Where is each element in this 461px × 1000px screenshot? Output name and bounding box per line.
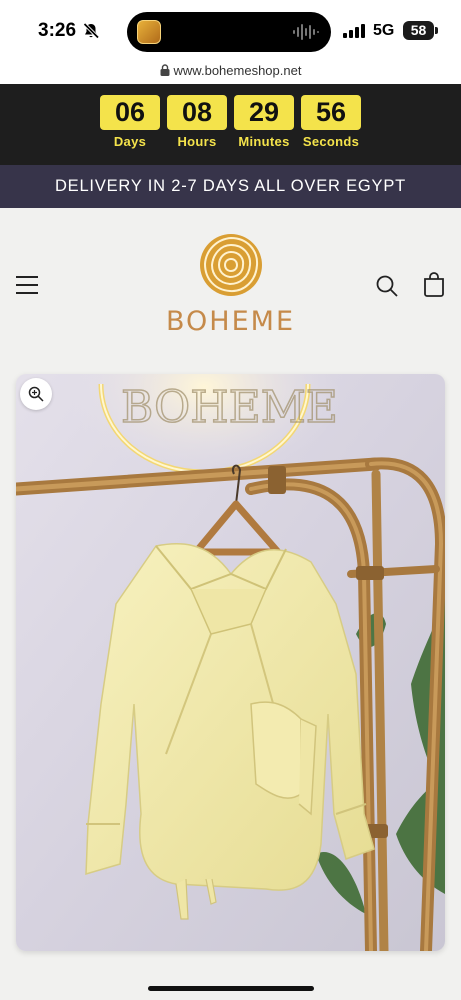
countdown-value: 08 — [167, 95, 227, 130]
countdown-label: Seconds — [302, 134, 360, 149]
countdown-hours: 08 Hours — [167, 95, 227, 149]
svg-text:BOHEME: BOHEME — [121, 382, 338, 433]
battery-level: 58 — [403, 21, 434, 40]
lock-icon — [160, 64, 170, 76]
boheme-logo-mark[interactable] — [198, 232, 264, 298]
battery-cap — [435, 27, 438, 34]
logo-wordmark[interactable]: BOHEME — [0, 306, 461, 337]
countdown-value: 06 — [100, 95, 160, 130]
countdown-seconds: 56 Seconds — [301, 95, 361, 149]
network-type: 5G — [373, 22, 395, 39]
countdown-value: 56 — [301, 95, 361, 130]
site-header: BOHEME — [0, 208, 461, 358]
cart-icon[interactable] — [422, 271, 446, 297]
audio-wave-icon — [293, 24, 319, 40]
countdown-minutes: 29 Minutes — [234, 95, 294, 149]
url-text: www.bohemeshop.net — [173, 63, 302, 78]
countdown-days: 06 Days — [100, 95, 160, 149]
countdown-label: Days — [113, 134, 147, 149]
menu-icon[interactable] — [16, 276, 38, 296]
home-indicator[interactable] — [148, 986, 314, 991]
countdown-timer: 06 Days 08 Hours 29 Minutes 56 Seconds — [0, 84, 461, 165]
status-bar: 3:26 5G 58 — [0, 0, 461, 62]
countdown-label: Minutes — [238, 134, 290, 149]
address-bar[interactable]: www.bohemeshop.net — [0, 62, 461, 84]
status-time: 3:26 — [38, 20, 77, 41]
countdown-label: Hours — [177, 134, 217, 149]
zoom-icon[interactable] — [20, 378, 52, 410]
announcement-bar: DELIVERY IN 2-7 DAYS ALL OVER EGYPT — [0, 165, 461, 208]
now-playing-app-icon[interactable] — [137, 20, 161, 44]
countdown-value: 29 — [234, 95, 294, 130]
dynamic-island — [127, 12, 331, 52]
bell-slash-icon — [83, 22, 100, 39]
product-photo: BOHEME — [16, 374, 445, 951]
signal-icon — [343, 24, 365, 38]
search-icon[interactable] — [375, 274, 399, 298]
product-image[interactable]: BOHEME — [16, 374, 445, 951]
